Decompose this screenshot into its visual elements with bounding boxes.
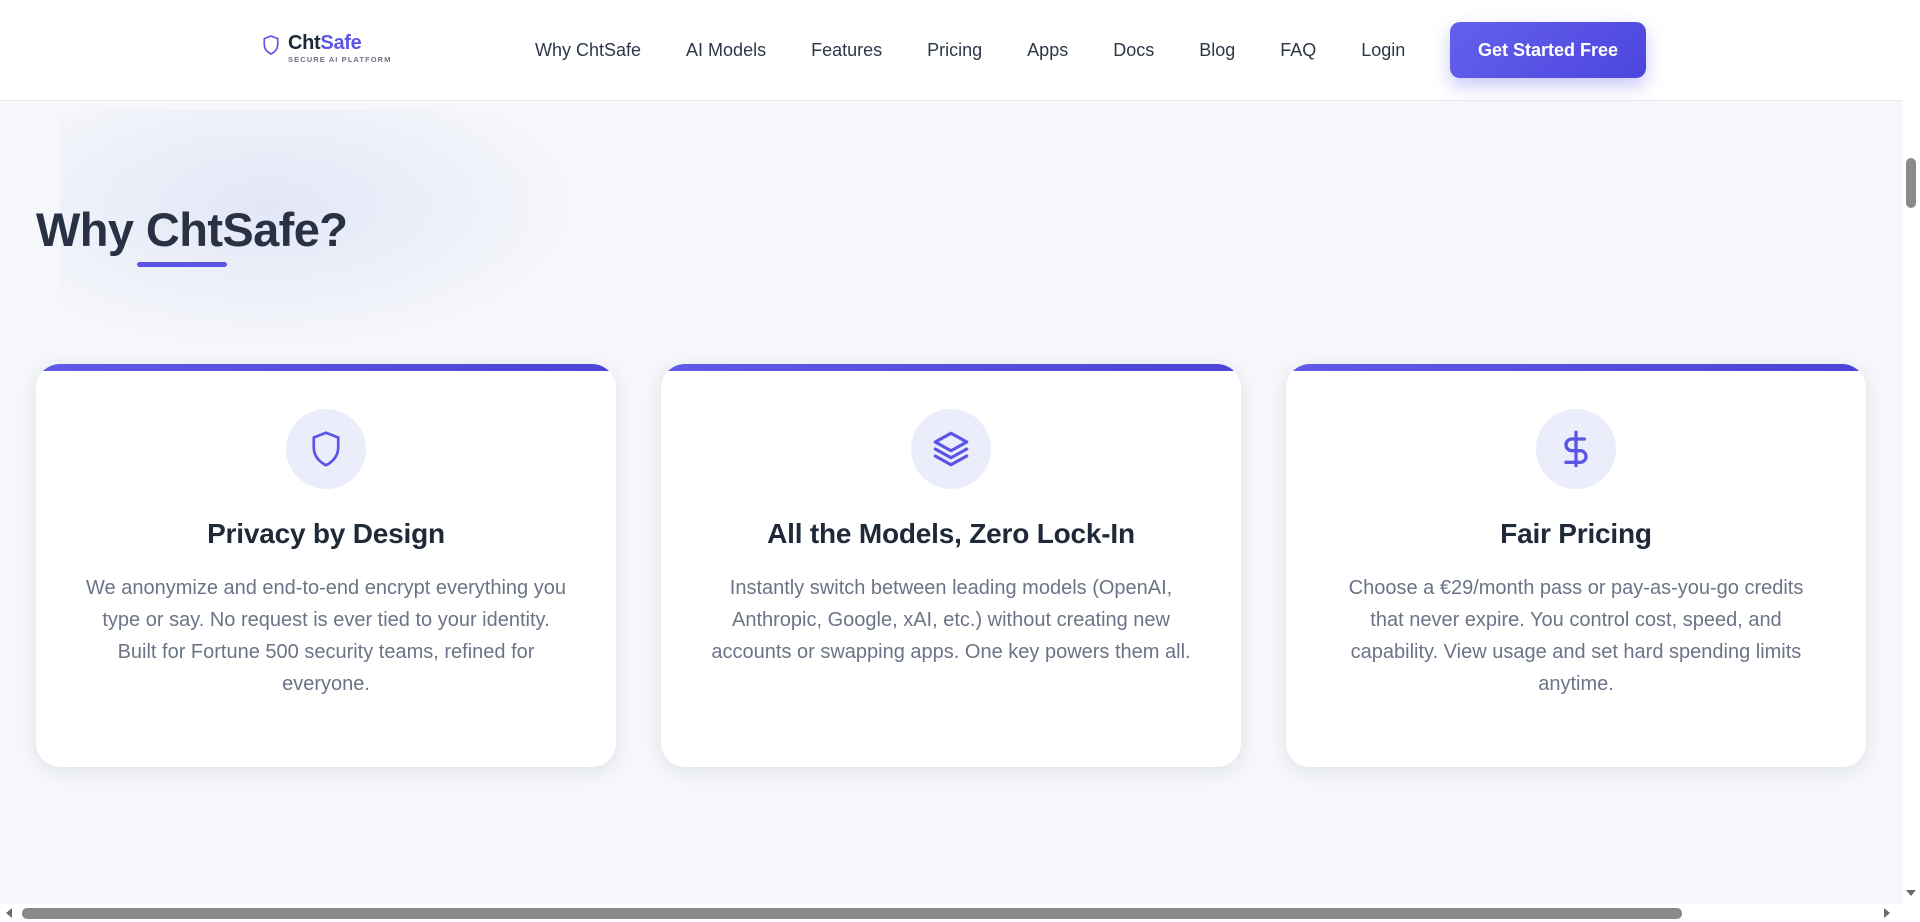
nav-link-login[interactable]: Login bbox=[1361, 38, 1405, 62]
section-title: Why ChtSafe? bbox=[36, 203, 348, 256]
card-accent-bar bbox=[661, 364, 1241, 371]
card-icon-badge bbox=[286, 409, 366, 489]
card-accent-bar bbox=[1286, 364, 1866, 371]
card-description: Instantly switch between leading models … bbox=[711, 577, 1191, 663]
logo-name: ChtSafe bbox=[288, 32, 392, 54]
feature-card-pricing: Fair Pricing Choose a €29/month pass or … bbox=[1286, 364, 1866, 767]
nav-link-faq[interactable]: FAQ bbox=[1280, 38, 1316, 62]
nav-link-features[interactable]: Features bbox=[811, 38, 882, 62]
nav-link-blog[interactable]: Blog bbox=[1199, 38, 1235, 62]
layers-icon bbox=[933, 431, 969, 467]
card-title: Privacy by Design bbox=[207, 518, 445, 549]
nav-link-pricing[interactable]: Pricing bbox=[927, 38, 982, 62]
main-nav: Why ChtSafe AI Models Features Pricing A… bbox=[535, 38, 1450, 62]
card-description: We anonymize and end-to-end encrypt ever… bbox=[86, 577, 566, 695]
vertical-scrollbar[interactable] bbox=[1902, 0, 1920, 904]
dollar-icon bbox=[1564, 430, 1588, 468]
card-icon-badge bbox=[911, 409, 991, 489]
nav-link-apps[interactable]: Apps bbox=[1027, 38, 1068, 62]
scroll-left-arrow-icon[interactable] bbox=[6, 908, 12, 918]
logo-name-part2: Safe bbox=[320, 32, 362, 54]
title-underline bbox=[137, 262, 227, 267]
card-icon-badge bbox=[1536, 409, 1616, 489]
logo-name-part1: Cht bbox=[288, 32, 321, 54]
scroll-down-arrow-icon[interactable] bbox=[1906, 890, 1916, 896]
card-title: Fair Pricing bbox=[1500, 518, 1652, 549]
card-title: All the Models, Zero Lock-In bbox=[767, 518, 1135, 549]
shield-icon bbox=[263, 35, 279, 55]
nav-link-why-chtsafe[interactable]: Why ChtSafe bbox=[535, 38, 641, 62]
logo-tagline: SECURE AI PLATFORM bbox=[288, 55, 392, 64]
card-accent-bar bbox=[36, 364, 616, 371]
feature-card-models: All the Models, Zero Lock-In Instantly s… bbox=[661, 364, 1241, 767]
site-header: ChtSafe SECURE AI PLATFORM Why ChtSafe A… bbox=[0, 0, 1902, 101]
horizontal-scrollbar-thumb[interactable] bbox=[22, 908, 1682, 919]
page-viewport: ChtSafe SECURE AI PLATFORM Why ChtSafe A… bbox=[0, 0, 1902, 904]
scroll-right-arrow-icon[interactable] bbox=[1884, 908, 1890, 918]
vertical-scrollbar-thumb[interactable] bbox=[1906, 158, 1916, 208]
get-started-button[interactable]: Get Started Free bbox=[1450, 22, 1646, 78]
logo[interactable]: ChtSafe SECURE AI PLATFORM bbox=[262, 32, 392, 65]
nav-link-docs[interactable]: Docs bbox=[1113, 38, 1154, 62]
card-description: Choose a €29/month pass or pay-as-you-go… bbox=[1348, 577, 1804, 695]
feature-card-privacy: Privacy by Design We anonymize and end-t… bbox=[36, 364, 616, 767]
nav-link-ai-models[interactable]: AI Models bbox=[686, 38, 766, 62]
horizontal-scrollbar[interactable] bbox=[0, 904, 1920, 922]
shield-icon bbox=[312, 431, 340, 467]
